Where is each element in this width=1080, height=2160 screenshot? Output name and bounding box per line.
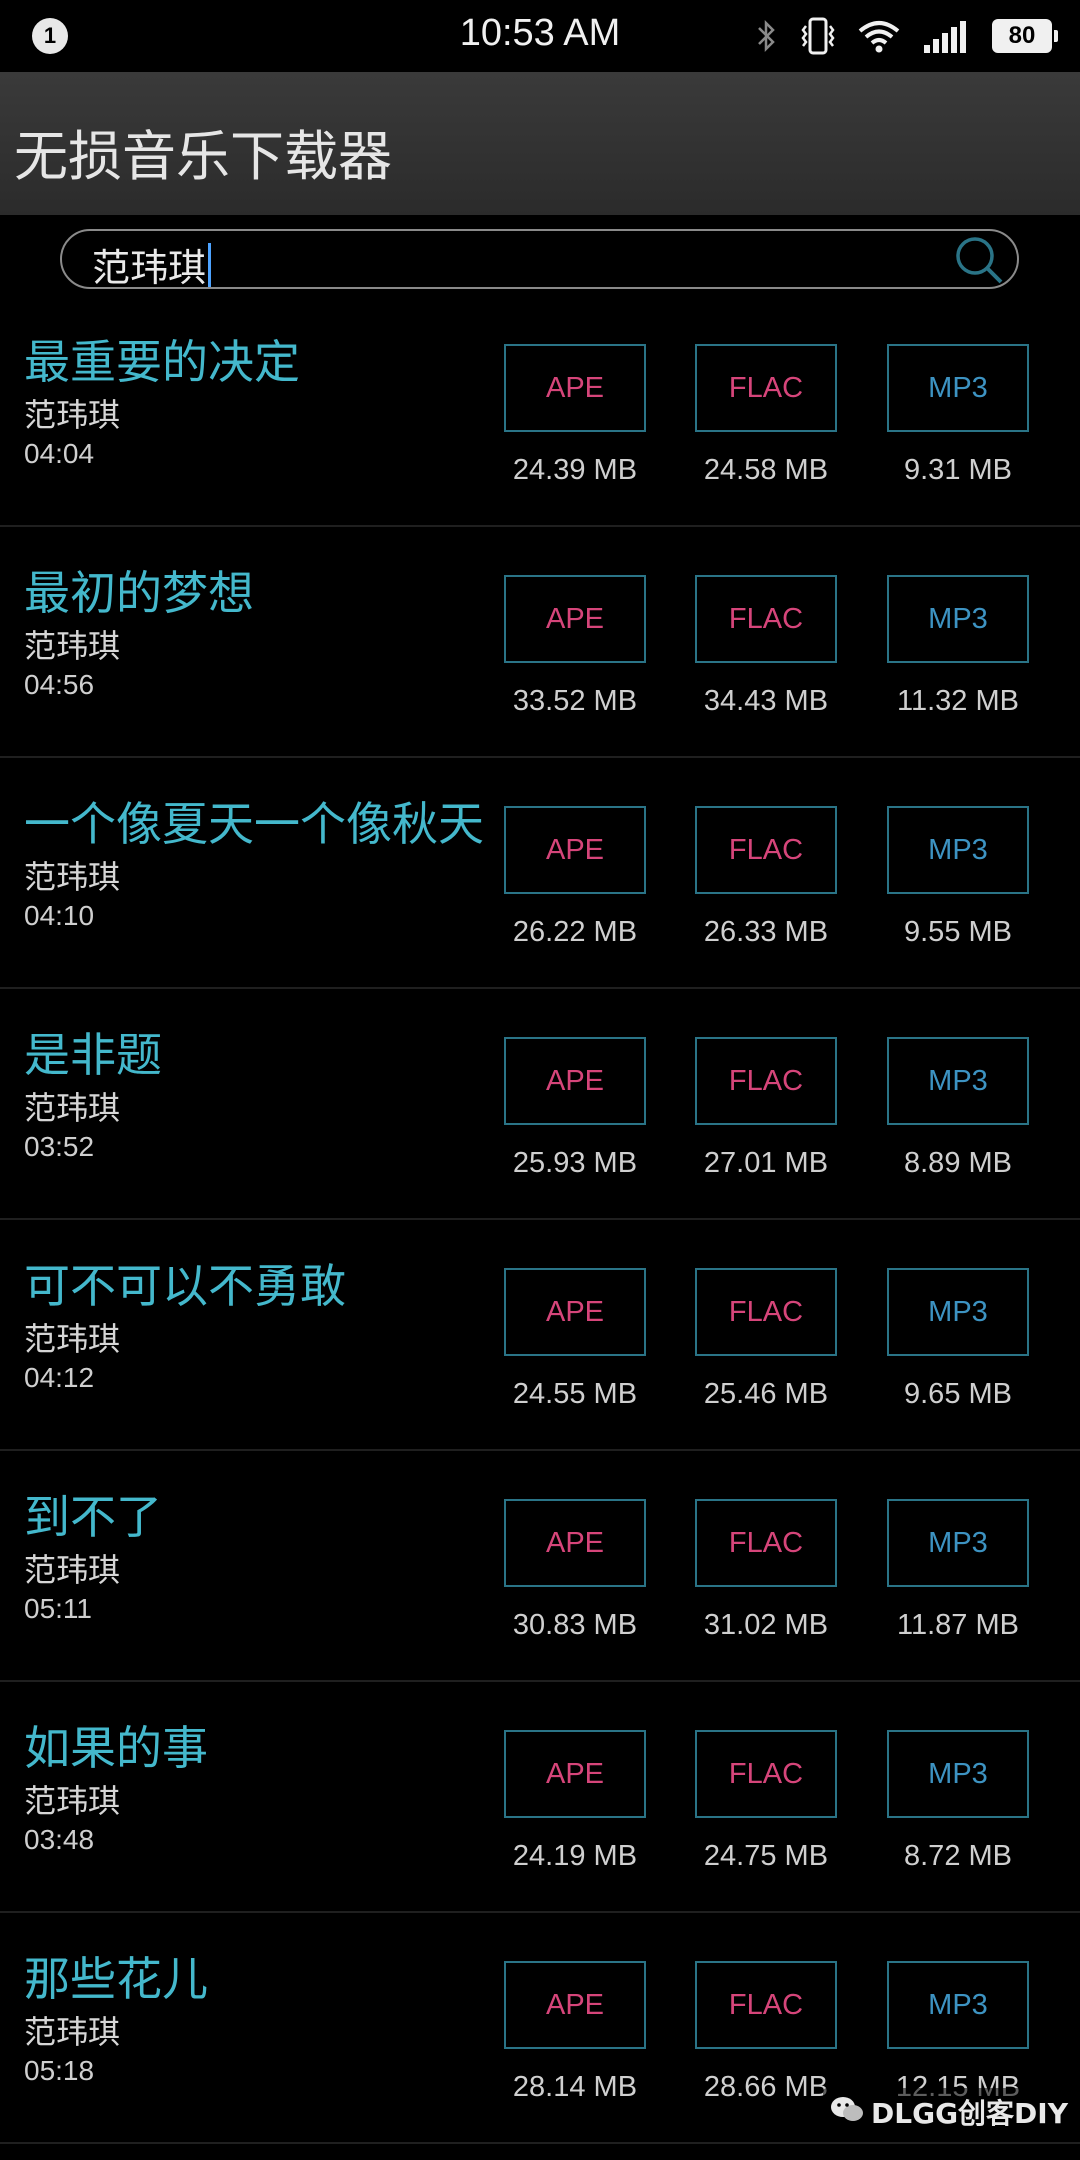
watermark-text: DLGG创客DIY bbox=[871, 2097, 1068, 2130]
song-row[interactable]: 如果的事范玮琪 03:48 APE FLAC MP3 24.19 MB 24.75 MB 8.… bbox=[0, 1682, 1080, 1913]
ape-download-button[interactable]: APE bbox=[504, 344, 646, 432]
flac-download-button[interactable]: FLAC bbox=[695, 1730, 837, 1818]
flac-download-button[interactable]: FLAC bbox=[695, 1499, 837, 1587]
status-icons: 80 bbox=[756, 14, 1058, 58]
ape-file-size: 33.52 MB bbox=[512, 685, 638, 717]
status-bar: 1 10:53 AM 80 bbox=[0, 0, 1080, 72]
artist-name: 范玮琪 bbox=[24, 858, 121, 896]
flac-file-size: 31.02 MB bbox=[703, 1609, 829, 1641]
mp3-download-button[interactable]: MP3 bbox=[887, 1730, 1029, 1818]
artist-name: 范玮琪 bbox=[24, 396, 121, 434]
search-icon[interactable] bbox=[953, 235, 1005, 289]
song-duration: 05:18 bbox=[24, 2055, 95, 2086]
signal-icon bbox=[922, 19, 970, 53]
ape-download-button[interactable]: APE bbox=[504, 1730, 646, 1818]
artist-name: 范玮琪 bbox=[24, 1320, 121, 1358]
mp3-file-size: 11.87 MB bbox=[897, 1609, 1019, 1641]
mp3-download-button[interactable]: MP3 bbox=[887, 1037, 1029, 1125]
song-title[interactable]: 可不可以不勇敢 bbox=[24, 1250, 346, 1316]
app-bar: 无损音乐下载器 bbox=[0, 72, 1080, 215]
artist-name: 范玮琪 bbox=[24, 1782, 121, 1820]
ape-download-button[interactable]: APE bbox=[504, 1961, 646, 2049]
ape-file-size: 25.93 MB bbox=[512, 1147, 638, 1179]
ape-file-size: 26.22 MB bbox=[512, 916, 638, 948]
flac-file-size: 25.46 MB bbox=[703, 1378, 829, 1410]
flac-download-button[interactable]: FLAC bbox=[695, 575, 837, 663]
mp3-download-button[interactable]: MP3 bbox=[887, 1268, 1029, 1356]
ape-download-button[interactable]: APE bbox=[504, 1268, 646, 1356]
app-title: 无损音乐下载器 bbox=[14, 125, 392, 188]
song-duration: 04:10 bbox=[24, 900, 95, 931]
flac-download-button[interactable]: FLAC bbox=[695, 344, 837, 432]
flac-file-size: 26.33 MB bbox=[703, 916, 829, 948]
mp3-file-size: 9.65 MB bbox=[904, 1378, 1012, 1410]
song-row[interactable]: 可不可以不勇敢范玮琪 04:12 APE FLAC MP3 24.55 MB 25.46 M… bbox=[0, 1220, 1080, 1451]
search-field-content[interactable]: 范玮琪 bbox=[92, 237, 212, 292]
flac-download-button[interactable]: FLAC bbox=[695, 1961, 837, 2049]
mp3-download-button[interactable]: MP3 bbox=[887, 1961, 1029, 2049]
song-title[interactable]: 最初的梦想 bbox=[24, 557, 254, 623]
watermark: DLGG创客DIY bbox=[823, 2088, 1074, 2136]
ape-download-button[interactable]: APE bbox=[504, 575, 646, 663]
mp3-download-button[interactable]: MP3 bbox=[887, 575, 1029, 663]
song-title[interactable]: 是非题 bbox=[24, 1019, 162, 1085]
vibrate-icon bbox=[800, 16, 836, 56]
ape-file-size: 24.39 MB bbox=[512, 454, 638, 486]
battery-icon: 80 bbox=[992, 19, 1058, 53]
song-title[interactable]: 那些花儿 bbox=[24, 1943, 208, 2009]
mp3-download-button[interactable]: MP3 bbox=[887, 344, 1029, 432]
ape-download-button[interactable]: APE bbox=[504, 806, 646, 894]
artist-name: 范玮琪 bbox=[24, 1551, 121, 1589]
song-row[interactable]: 到不了范玮琪 05:11 APE FLAC MP3 30.83 MB 31.02 MB 11.… bbox=[0, 1451, 1080, 1682]
flac-download-button[interactable]: FLAC bbox=[695, 806, 837, 894]
ape-download-button[interactable]: APE bbox=[504, 1037, 646, 1125]
search-input[interactable]: 范玮琪 bbox=[60, 229, 1019, 292]
mp3-file-size: 9.55 MB bbox=[904, 916, 1012, 948]
song-title[interactable]: 如果的事 bbox=[24, 1712, 208, 1778]
song-duration: 03:52 bbox=[24, 1131, 95, 1162]
flac-file-size: 24.75 MB bbox=[703, 1840, 829, 1872]
song-title[interactable]: 一个像夏天一个像秋天 bbox=[24, 788, 484, 854]
song-duration: 04:56 bbox=[24, 669, 95, 700]
ape-download-button[interactable]: APE bbox=[504, 1499, 646, 1587]
song-row[interactable]: 一个像夏天一个像秋天范玮琪 04:10 APE FLAC MP3 26.22 MB 26.3… bbox=[0, 758, 1080, 989]
wifi-icon bbox=[858, 19, 900, 53]
ape-file-size: 30.83 MB bbox=[512, 1609, 638, 1641]
song-duration: 05:11 bbox=[24, 1593, 92, 1624]
mp3-file-size: 8.89 MB bbox=[904, 1147, 1012, 1179]
song-title[interactable]: 到不了 bbox=[24, 1481, 162, 1547]
song-duration: 03:48 bbox=[24, 1824, 95, 1855]
song-duration: 04:04 bbox=[24, 438, 95, 469]
ape-file-size: 24.55 MB bbox=[512, 1378, 638, 1410]
flac-download-button[interactable]: FLAC bbox=[695, 1037, 837, 1125]
mp3-file-size: 11.32 MB bbox=[897, 685, 1019, 717]
mp3-download-button[interactable]: MP3 bbox=[887, 806, 1029, 894]
song-row[interactable]: 最初的梦想范玮琪 04:56 APE FLAC MP3 33.52 MB 34.43 MB 1… bbox=[0, 527, 1080, 758]
artist-name: 范玮琪 bbox=[24, 1089, 121, 1127]
artist-name: 范玮琪 bbox=[24, 627, 121, 665]
mp3-file-size: 8.72 MB bbox=[904, 1840, 1012, 1872]
mp3-file-size: 9.31 MB bbox=[904, 454, 1012, 486]
flac-download-button[interactable]: FLAC bbox=[695, 1268, 837, 1356]
search-query: 范玮琪 bbox=[92, 246, 207, 290]
song-duration: 04:12 bbox=[24, 1362, 95, 1393]
flac-file-size: 24.58 MB bbox=[703, 454, 829, 486]
ape-file-size: 24.19 MB bbox=[512, 1840, 638, 1872]
song-title[interactable]: 最重要的决定 bbox=[24, 326, 300, 392]
flac-file-size: 34.43 MB bbox=[703, 685, 829, 717]
song-row[interactable]: 是非题范玮琪 03:52 APE FLAC MP3 25.93 MB 27.01 MB 8.8… bbox=[0, 989, 1080, 1220]
song-list: 最重要的决定范玮琪 04:04 APE FLAC MP3 24.39 MB 24.58 MB… bbox=[0, 296, 1080, 2144]
wechat-logo-icon bbox=[829, 2095, 865, 2129]
song-row[interactable]: 最重要的决定范玮琪 04:04 APE FLAC MP3 24.39 MB 24.58 MB… bbox=[0, 296, 1080, 527]
bluetooth-icon bbox=[756, 18, 778, 54]
ape-file-size: 28.14 MB bbox=[512, 2071, 638, 2103]
artist-name: 范玮琪 bbox=[24, 2013, 121, 2051]
flac-file-size: 27.01 MB bbox=[703, 1147, 829, 1179]
mp3-download-button[interactable]: MP3 bbox=[887, 1499, 1029, 1587]
text-cursor bbox=[208, 242, 212, 287]
